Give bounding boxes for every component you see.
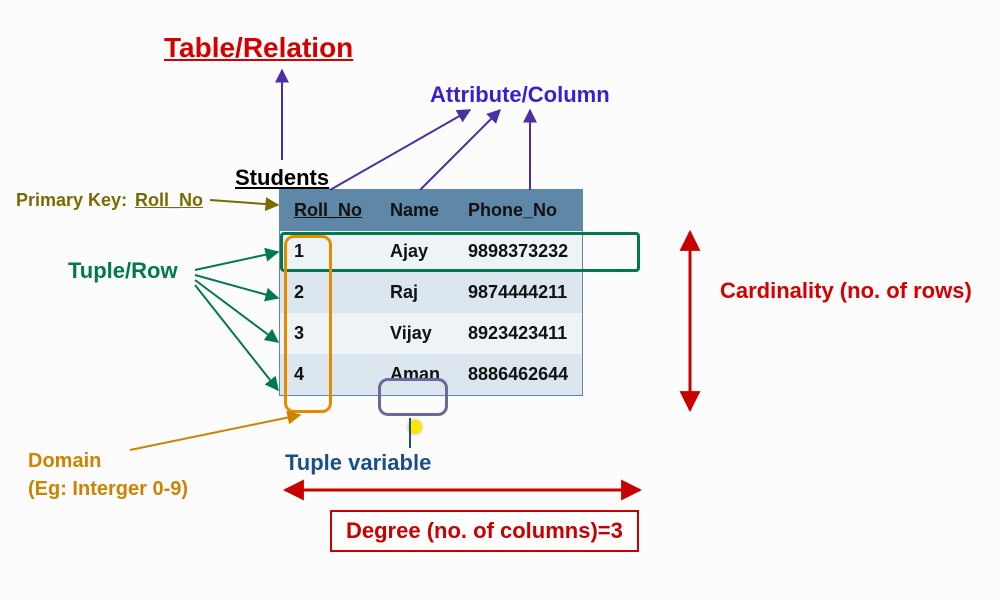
- table-row: 2 Raj 9874444211: [280, 272, 582, 313]
- arrow-tuple-to-row4: [195, 285, 278, 390]
- label-domain: Domain: [28, 450, 101, 473]
- col-name: Name: [376, 190, 454, 231]
- arrow-tuple-to-row2: [195, 275, 278, 298]
- label-tuple-row: Tuple/Row: [68, 258, 178, 284]
- cell-phone: 8923423411: [454, 313, 582, 354]
- cell-name: Ajay: [376, 231, 454, 272]
- cell-phone: 9898373232: [454, 231, 582, 272]
- cell-name: Vijay: [376, 313, 454, 354]
- cell-name: Raj: [376, 272, 454, 313]
- arrow-col1-to-attribute: [330, 110, 470, 190]
- cell-roll-no: 4: [280, 354, 376, 395]
- label-primary-key: Primary Key:: [16, 190, 127, 211]
- arrow-pk-to-header: [210, 200, 278, 205]
- label-attribute-column: Attribute/Column: [430, 82, 610, 108]
- label-table-name: Students: [235, 165, 329, 191]
- arrow-col2-to-attribute: [420, 110, 500, 190]
- students-table: Roll_No Name Phone_No 1 Ajay 9898373232 …: [280, 190, 582, 395]
- pointer-dot-icon: [408, 420, 422, 434]
- label-cardinality: Cardinality (no. of rows): [720, 278, 972, 304]
- cell-phone: 8886462644: [454, 354, 582, 395]
- cell-phone: 9874444211: [454, 272, 582, 313]
- cell-roll-no: 1: [280, 231, 376, 272]
- arrow-domain-to-column: [130, 415, 300, 450]
- table-row: 3 Vijay 8923423411: [280, 313, 582, 354]
- table-row: 4 Aman 8886462644: [280, 354, 582, 395]
- label-degree: Degree (no. of columns)=3: [330, 510, 639, 552]
- cell-roll-no: 3: [280, 313, 376, 354]
- col-roll-no: Roll_No: [280, 190, 376, 231]
- label-tuple-variable: Tuple variable: [285, 450, 431, 476]
- title-table-relation: Table/Relation: [164, 32, 353, 64]
- cell-roll-no: 2: [280, 272, 376, 313]
- col-phone-no: Phone_No: [454, 190, 582, 231]
- diagram-root: Table/Relation Attribute/Column Students…: [0, 0, 1000, 600]
- table-header-row: Roll_No Name Phone_No: [280, 190, 582, 231]
- arrow-tuple-to-row1: [195, 252, 278, 270]
- cell-name: Aman: [376, 354, 454, 395]
- table-row: 1 Ajay 9898373232: [280, 231, 582, 272]
- label-domain-example: (Eg: Interger 0-9): [28, 478, 188, 501]
- label-primary-key-value: Roll_No: [135, 190, 203, 211]
- arrow-tuple-to-row3: [195, 280, 278, 342]
